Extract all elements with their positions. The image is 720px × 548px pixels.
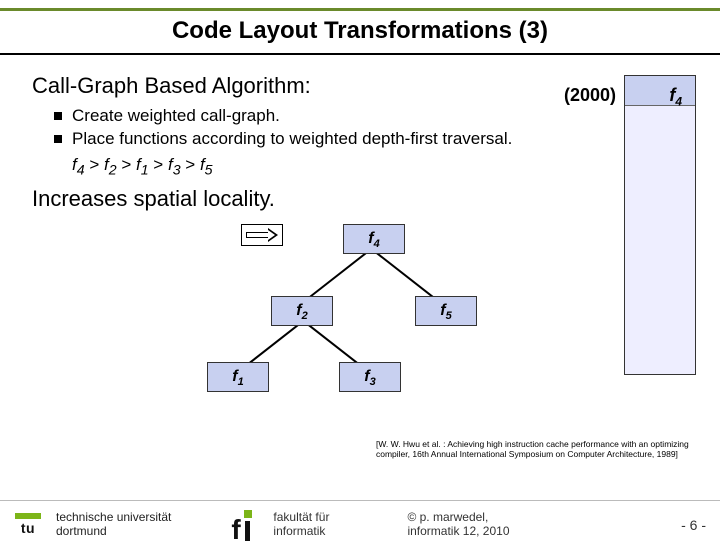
ord-s1: 1 [141,162,149,178]
faculty-name: fakultät für informatik [273,511,329,537]
memory-cell-f4 [625,76,695,106]
fi-logo-dot [244,510,252,518]
fak-line1: fakultät für [273,511,329,524]
copyright: © p. marwedel, informatik 12, 2010 [407,511,509,537]
cred-line1: © p. marwedel, [407,511,509,524]
year-label: (2000) [564,85,616,106]
ord-gt4: > [181,155,200,174]
fi-logo-i [245,521,250,541]
citation-text: [W. W. Hwu et al. : Achieving high instr… [376,440,706,460]
node-f2: f2 [271,296,333,326]
uni-line1: technische universität [56,511,171,524]
node-f5-s: 5 [446,310,452,322]
bullet-1: Create weighted call-graph. [54,105,696,128]
uni-line2: dortmund [56,525,171,538]
tu-logo-text: tu [21,520,35,536]
node-f4: f4 [343,224,405,254]
university-name: technische universität dortmund [56,511,171,537]
tu-logo: tu [6,513,50,536]
ord-gt1: > [85,155,104,174]
bullet-2: Place functions according to weighted de… [54,128,696,151]
node-f3-s: 3 [370,376,376,388]
ord-gt2: > [117,155,136,174]
ord-s5: 5 [205,162,213,178]
node-f1-s: 1 [238,376,244,388]
function-order: f4 > f2 > f1 > f3 > f5 [72,155,696,178]
arrow-icon [241,224,283,246]
node-f1: f1 [207,362,269,392]
fak-line2: informatik [273,525,329,538]
section-heading-2: Increases spatial locality. [32,186,696,212]
content-area: (2000) f4 Call-Graph Based Algorithm: Cr… [0,73,720,392]
fi-logo: f [231,508,265,542]
bullet-list: Create weighted call-graph. Place functi… [54,105,696,151]
node-f3: f3 [339,362,401,392]
tu-logo-bar [15,513,41,519]
ord-gt3: > [149,155,168,174]
ord-s3: 3 [173,162,181,178]
ord-s4: 4 [77,162,85,178]
top-accent-rule [0,8,720,11]
node-f5: f5 [415,296,477,326]
node-f4-s: 4 [374,238,380,250]
fi-logo-f: f [231,519,240,541]
ord-s2: 2 [109,162,117,178]
page-number: - 6 - [681,517,706,533]
slide-title: Code Layout Transformations (3) [0,17,720,45]
call-tree: f4 f2 f5 f1 f3 [149,222,579,392]
node-f2-s: 2 [302,310,308,322]
title-underline [0,53,720,55]
footer: tu technische universität dortmund f fak… [0,500,720,548]
cred-line2: informatik 12, 2010 [407,525,509,538]
